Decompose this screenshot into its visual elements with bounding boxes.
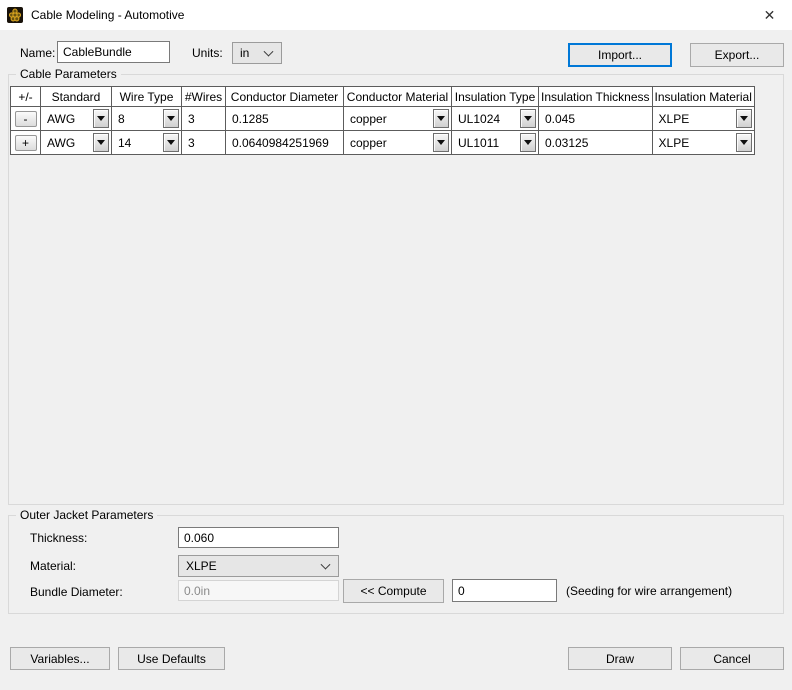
seed-input[interactable] [452,579,557,602]
standard-select[interactable]: AWG [40,130,112,155]
variables-button[interactable]: Variables... [10,647,110,670]
units-label: Units: [192,46,223,60]
outer-jacket-group-label: Outer Jacket Parameters [16,508,158,522]
table-header-row: +/- Standard Wire Type #Wires Conductor … [10,86,755,107]
units-selected-value: in [240,46,250,60]
insulation-thickness-cell[interactable]: 0.03125 [538,130,653,155]
name-label: Name: [20,46,56,60]
seeding-note: (Seeding for wire arrangement) [566,584,733,598]
col-header-conductor-material: Conductor Material [343,86,452,107]
conductor-diameter-cell[interactable]: 0.1285 [225,106,344,131]
triangle-down-icon [97,116,105,121]
name-input[interactable] [57,41,170,63]
dialog-window: Cable Modeling - Automotive ✕ Name: Unit… [0,0,792,690]
num-wires-cell[interactable]: 3 [181,106,226,131]
dropdown-arrow-button[interactable] [735,109,752,128]
dropdown-arrow-button[interactable] [163,133,179,152]
dropdown-arrow-button[interactable] [735,133,752,152]
triangle-down-icon [739,116,748,121]
use-defaults-button[interactable]: Use Defaults [118,647,225,670]
chevron-down-icon [263,46,274,57]
bundle-diameter-output [178,580,339,601]
conductor-material-selected-value: copper [350,135,387,150]
triangle-down-icon [167,140,175,145]
insulation-thickness-cell[interactable]: 0.045 [538,106,653,131]
bundle-diameter-label: Bundle Diameter: [30,585,123,599]
draw-button[interactable]: Draw [568,647,672,670]
cable-parameters-table: +/- Standard Wire Type #Wires Conductor … [10,86,755,155]
dropdown-arrow-button[interactable] [520,109,536,128]
wire-type-selected-value: 14 [118,135,132,150]
triangle-down-icon [437,140,445,145]
col-header-wire-type: Wire Type [111,86,182,107]
col-header-insulation-material: Insulation Material [651,86,755,107]
title-bar: Cable Modeling - Automotive ✕ [0,0,792,30]
dropdown-arrow-button[interactable] [433,109,449,128]
cancel-button[interactable]: Cancel [680,647,784,670]
material-select[interactable]: XLPE [178,555,339,577]
compute-button[interactable]: << Compute [343,579,444,603]
conductor-material-select[interactable]: copper [343,130,452,155]
cable-bundle-app-icon [7,7,23,23]
num-wires-cell[interactable]: 3 [181,130,226,155]
insulation-material-select[interactable]: XLPE [651,106,755,131]
insulation-material-select[interactable]: XLPE [651,130,755,155]
chevron-down-icon [320,559,331,570]
dropdown-arrow-button[interactable] [520,133,536,152]
remove-row-button[interactable]: - [14,110,37,127]
insulation-type-select[interactable]: UL1011 [451,130,539,155]
triangle-down-icon [97,140,105,145]
conductor-diameter-cell[interactable]: 0.0640984251969 [225,130,344,155]
standard-select[interactable]: AWG [40,106,112,131]
material-label: Material: [30,559,77,573]
insulation-type-select[interactable]: UL1024 [451,106,539,131]
dropdown-arrow-button[interactable] [93,133,109,152]
col-header-action: +/- [10,86,41,107]
window-title: Cable Modeling - Automotive [31,8,185,22]
conductor-material-selected-value: copper [350,111,387,126]
col-header-standard: Standard [40,86,112,107]
wire-type-select[interactable]: 14 [111,130,182,155]
triangle-down-icon [524,116,532,121]
thickness-label: Thickness: [30,531,88,545]
dropdown-arrow-button[interactable] [163,109,179,128]
material-selected-value: XLPE [186,559,217,573]
insulation-material-selected-value: XLPE [658,135,690,150]
table-row: + AWG 14 3 0.0640984251969 copper UL1011… [10,130,755,155]
triangle-down-icon [167,116,175,121]
add-row-button[interactable]: + [14,134,37,151]
col-header-conductor-diameter: Conductor Diameter [225,86,344,107]
standard-selected-value: AWG [47,111,76,126]
export-button[interactable]: Export... [690,43,784,67]
insulation-type-selected-value: UL1011 [458,135,500,150]
dropdown-arrow-button[interactable] [433,133,449,152]
triangle-down-icon [739,140,748,145]
insulation-material-selected-value: XLPE [658,111,690,126]
col-header-insulation-type: Insulation Type [451,86,539,107]
units-select[interactable]: in [232,42,282,64]
wire-type-select[interactable]: 8 [111,106,182,131]
triangle-down-icon [524,140,532,145]
conductor-material-select[interactable]: copper [343,106,452,131]
triangle-down-icon [437,116,445,121]
cable-parameters-group-label: Cable Parameters [16,67,121,81]
col-header-insulation-thickness: Insulation Thickness [538,86,653,107]
table-row: - AWG 8 3 0.1285 copper UL1024 0.045 XLP… [10,106,755,131]
close-icon[interactable]: ✕ [747,0,792,30]
wire-type-selected-value: 8 [118,111,125,126]
standard-selected-value: AWG [47,135,76,150]
thickness-input[interactable] [178,527,339,548]
insulation-type-selected-value: UL1024 [458,111,501,126]
dropdown-arrow-button[interactable] [93,109,109,128]
import-button[interactable]: Import... [568,43,672,67]
col-header-num-wires: #Wires [181,86,226,107]
